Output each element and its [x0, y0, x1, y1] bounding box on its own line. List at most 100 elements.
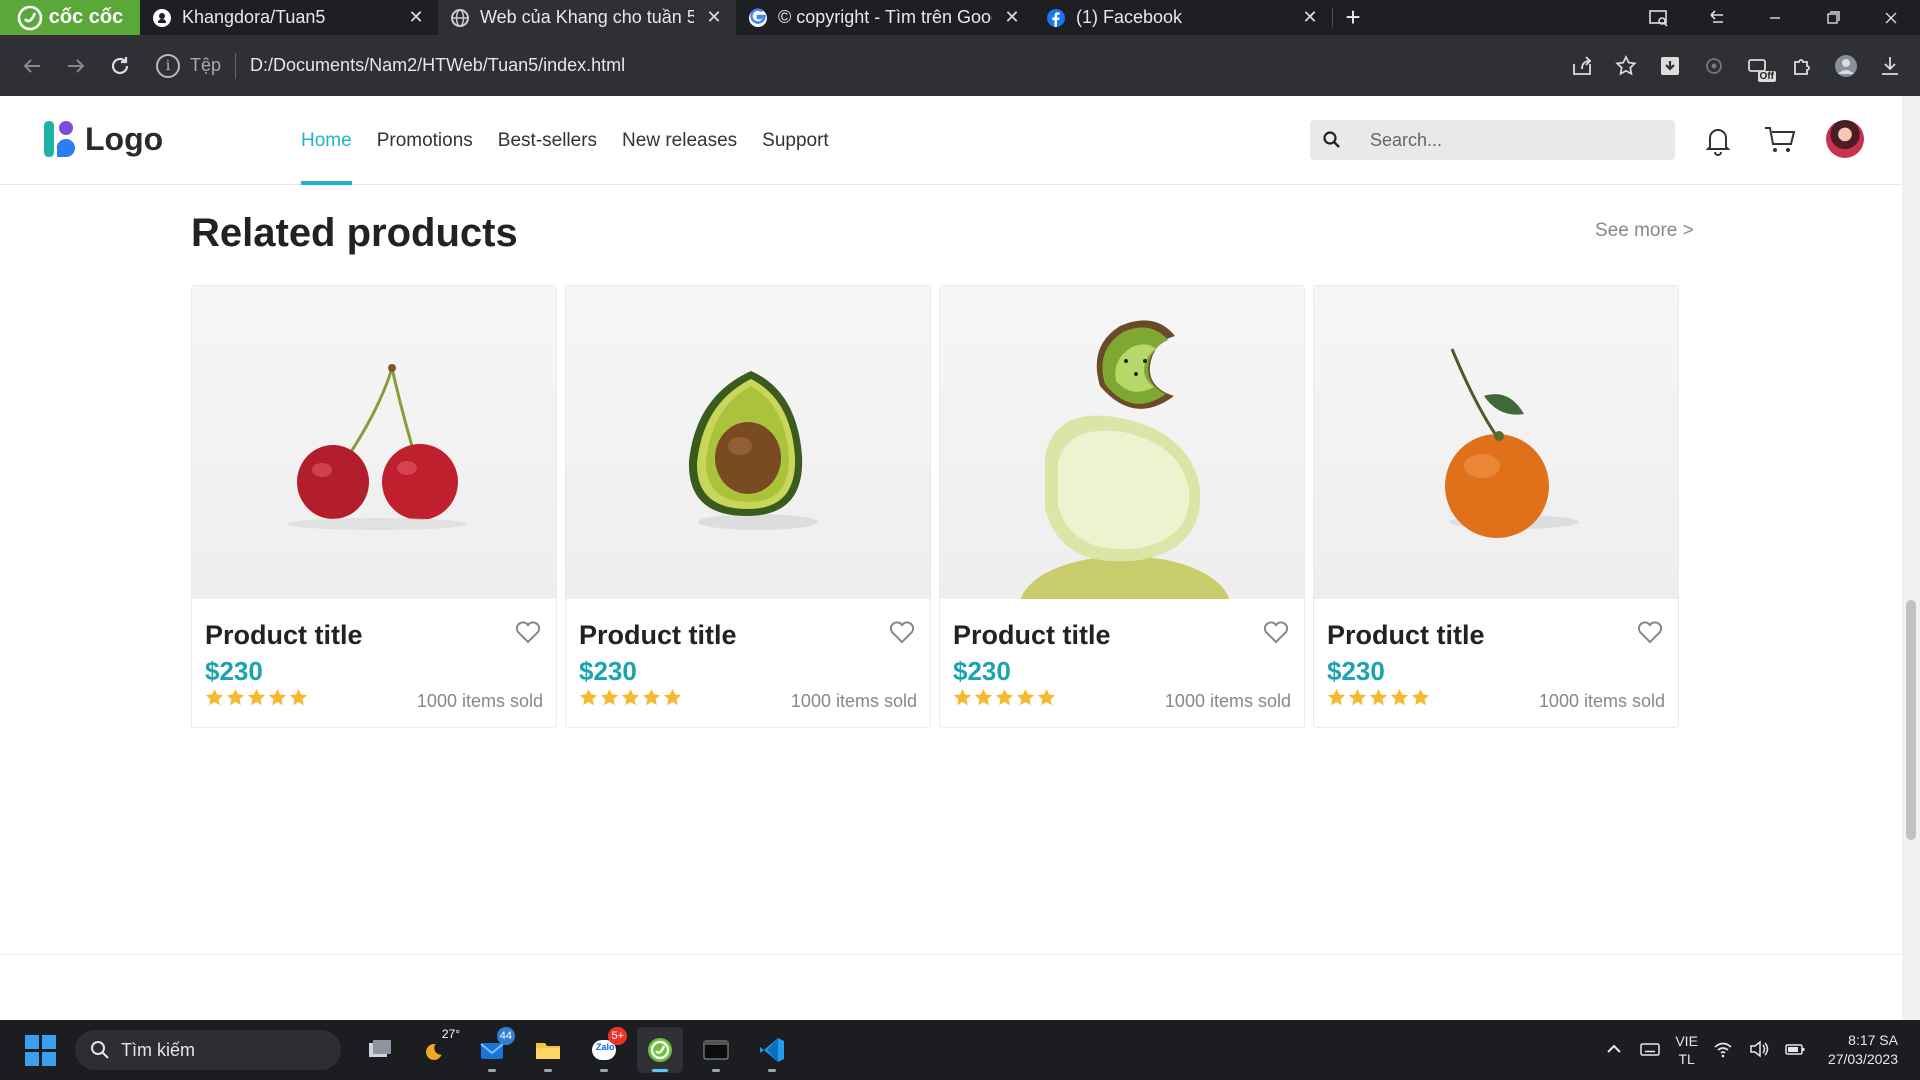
taskbar-apps: 27° 44 Zalo 5+	[357, 1027, 795, 1073]
star-icon	[1327, 688, 1346, 706]
product-price: $230	[953, 656, 1011, 686]
address-bar[interactable]: i Tệp D:/Documents/Nam2/HTWeb/Tuan5/inde…	[156, 44, 1516, 88]
product-image[interactable]	[940, 286, 1304, 599]
share-icon[interactable]	[1562, 46, 1602, 86]
taskbar-search[interactable]: Tìm kiếm	[75, 1030, 341, 1070]
sync-icon[interactable]	[1694, 46, 1734, 86]
favorite-heart-icon[interactable]	[887, 616, 917, 646]
nav-support[interactable]: Support	[762, 96, 829, 185]
battery-icon[interactable]	[1784, 1038, 1806, 1063]
nav-home[interactable]: Home	[301, 96, 352, 185]
user-avatar[interactable]	[1826, 120, 1864, 158]
chevron-up-icon[interactable]	[1603, 1038, 1625, 1063]
mail-app-icon[interactable]: 44	[469, 1027, 515, 1073]
running-indicator	[600, 1069, 608, 1072]
tangerine-image	[1445, 348, 1579, 538]
page-scrollbar[interactable]	[1902, 96, 1920, 1020]
bookmark-star-icon[interactable]	[1606, 46, 1646, 86]
forward-button[interactable]	[54, 44, 98, 88]
site-info-icon[interactable]: i	[156, 53, 180, 78]
star-icon	[1016, 688, 1035, 706]
puzzle-extensions-icon[interactable]	[1782, 46, 1822, 86]
browser-toolbar: i Tệp D:/Documents/Nam2/HTWeb/Tuan5/inde…	[0, 35, 1920, 96]
nav-new-releases[interactable]: New releases	[622, 96, 737, 185]
site-logo[interactable]: Logo	[41, 120, 163, 158]
star-icon	[995, 688, 1014, 706]
product-image[interactable]	[192, 286, 556, 599]
nav-promotions[interactable]: Promotions	[377, 96, 473, 185]
star-icon	[621, 688, 640, 706]
coccoc-menu-button[interactable]: cốc cốc	[0, 0, 140, 35]
product-card[interactable]: Product title $230 1000 items sold	[191, 285, 557, 728]
notification-bell-icon[interactable]	[1696, 118, 1740, 162]
extension-off-icon[interactable]: Off	[1738, 46, 1778, 86]
scrollbar-thumb[interactable]	[1906, 600, 1916, 840]
keyboard-icon[interactable]	[1639, 1038, 1661, 1063]
start-button[interactable]	[20, 1030, 60, 1070]
tab-search-icon[interactable]	[1630, 0, 1688, 35]
tab-title: Khangdora/Tuan5	[182, 7, 326, 27]
minimize-button[interactable]	[1746, 0, 1804, 35]
product-title[interactable]: Product title	[205, 620, 363, 651]
terminal-icon[interactable]	[693, 1027, 739, 1073]
product-card[interactable]: Product title $230 1000 items sold	[1313, 285, 1679, 728]
close-tab-button[interactable]: ✕	[1300, 7, 1320, 28]
close-tab-button[interactable]: ✕	[406, 7, 426, 28]
clock-time: 8:17 SA	[1848, 1032, 1898, 1048]
tab-facebook[interactable]: (1) Facebook ✕	[1034, 0, 1332, 35]
file-explorer-icon[interactable]	[525, 1027, 571, 1073]
profile-avatar-icon[interactable]	[1826, 46, 1866, 86]
see-more-link[interactable]: See more >	[1595, 220, 1694, 242]
star-icon	[600, 688, 619, 706]
wifi-icon[interactable]	[1712, 1038, 1734, 1063]
windows-taskbar: Tìm kiếm 27° 44 Zalo 5+ VIE TL 8:17 SA 2…	[0, 1020, 1920, 1080]
tab-google-search[interactable]: © copyright - Tìm trên Goog ✕	[736, 0, 1034, 35]
input-language[interactable]: VIE TL	[1675, 1032, 1698, 1068]
product-card[interactable]: Product title $230 1000 items sold	[939, 285, 1305, 728]
zalo-app-icon[interactable]: Zalo 5+	[581, 1027, 627, 1073]
product-title[interactable]: Product title	[1327, 620, 1485, 651]
star-icon	[953, 688, 972, 706]
restore-button[interactable]	[1804, 0, 1862, 35]
reload-button[interactable]	[98, 44, 142, 88]
save-page-icon[interactable]	[1650, 46, 1690, 86]
back-history-icon[interactable]	[1688, 0, 1746, 35]
facebook-icon	[1046, 8, 1066, 28]
tab-web-khang[interactable]: Web của Khang cho tuần 5 ✕	[438, 0, 736, 35]
close-tab-button[interactable]: ✕	[704, 7, 724, 28]
mail-badge: 44	[496, 1027, 515, 1045]
site-search	[1310, 120, 1675, 160]
back-button[interactable]	[10, 44, 54, 88]
vscode-icon[interactable]	[749, 1027, 795, 1073]
rating-stars	[1327, 688, 1430, 707]
downloads-icon[interactable]	[1870, 46, 1910, 86]
favorite-heart-icon[interactable]	[513, 616, 543, 646]
volume-icon[interactable]	[1748, 1038, 1770, 1063]
kiwi-lime-image	[1021, 320, 1229, 599]
favorite-heart-icon[interactable]	[1635, 616, 1665, 646]
star-icon	[268, 688, 287, 706]
cart-icon[interactable]	[1758, 118, 1802, 162]
weather-widget-icon[interactable]: 27°	[413, 1027, 460, 1073]
product-card[interactable]: Product title $230 1000 items sold	[565, 285, 931, 728]
close-window-button[interactable]	[1862, 0, 1920, 35]
url-text[interactable]: D:/Documents/Nam2/HTWeb/Tuan5/index.html	[250, 55, 625, 76]
task-view-icon[interactable]	[357, 1027, 403, 1073]
new-tab-button[interactable]: +	[1333, 0, 1373, 35]
product-image[interactable]	[1314, 286, 1678, 599]
weather-temp: 27°	[441, 1027, 460, 1041]
search-icon[interactable]	[1310, 130, 1354, 150]
clock-date: 27/03/2023	[1827, 1051, 1898, 1067]
globe-icon	[450, 8, 470, 28]
url-scheme-label: Tệp	[190, 55, 222, 75]
product-title[interactable]: Product title	[579, 620, 737, 651]
close-tab-button[interactable]: ✕	[1002, 7, 1022, 28]
nav-best-sellers[interactable]: Best-sellers	[498, 96, 597, 185]
taskbar-clock[interactable]: 8:17 SA 27/03/2023	[1828, 1031, 1898, 1069]
tab-github[interactable]: Khangdora/Tuan5 ✕	[140, 0, 438, 35]
favorite-heart-icon[interactable]	[1261, 616, 1291, 646]
product-image[interactable]	[566, 286, 930, 599]
search-input[interactable]	[1370, 129, 1670, 151]
product-title[interactable]: Product title	[953, 620, 1111, 651]
coccoc-browser-icon[interactable]	[637, 1027, 683, 1073]
